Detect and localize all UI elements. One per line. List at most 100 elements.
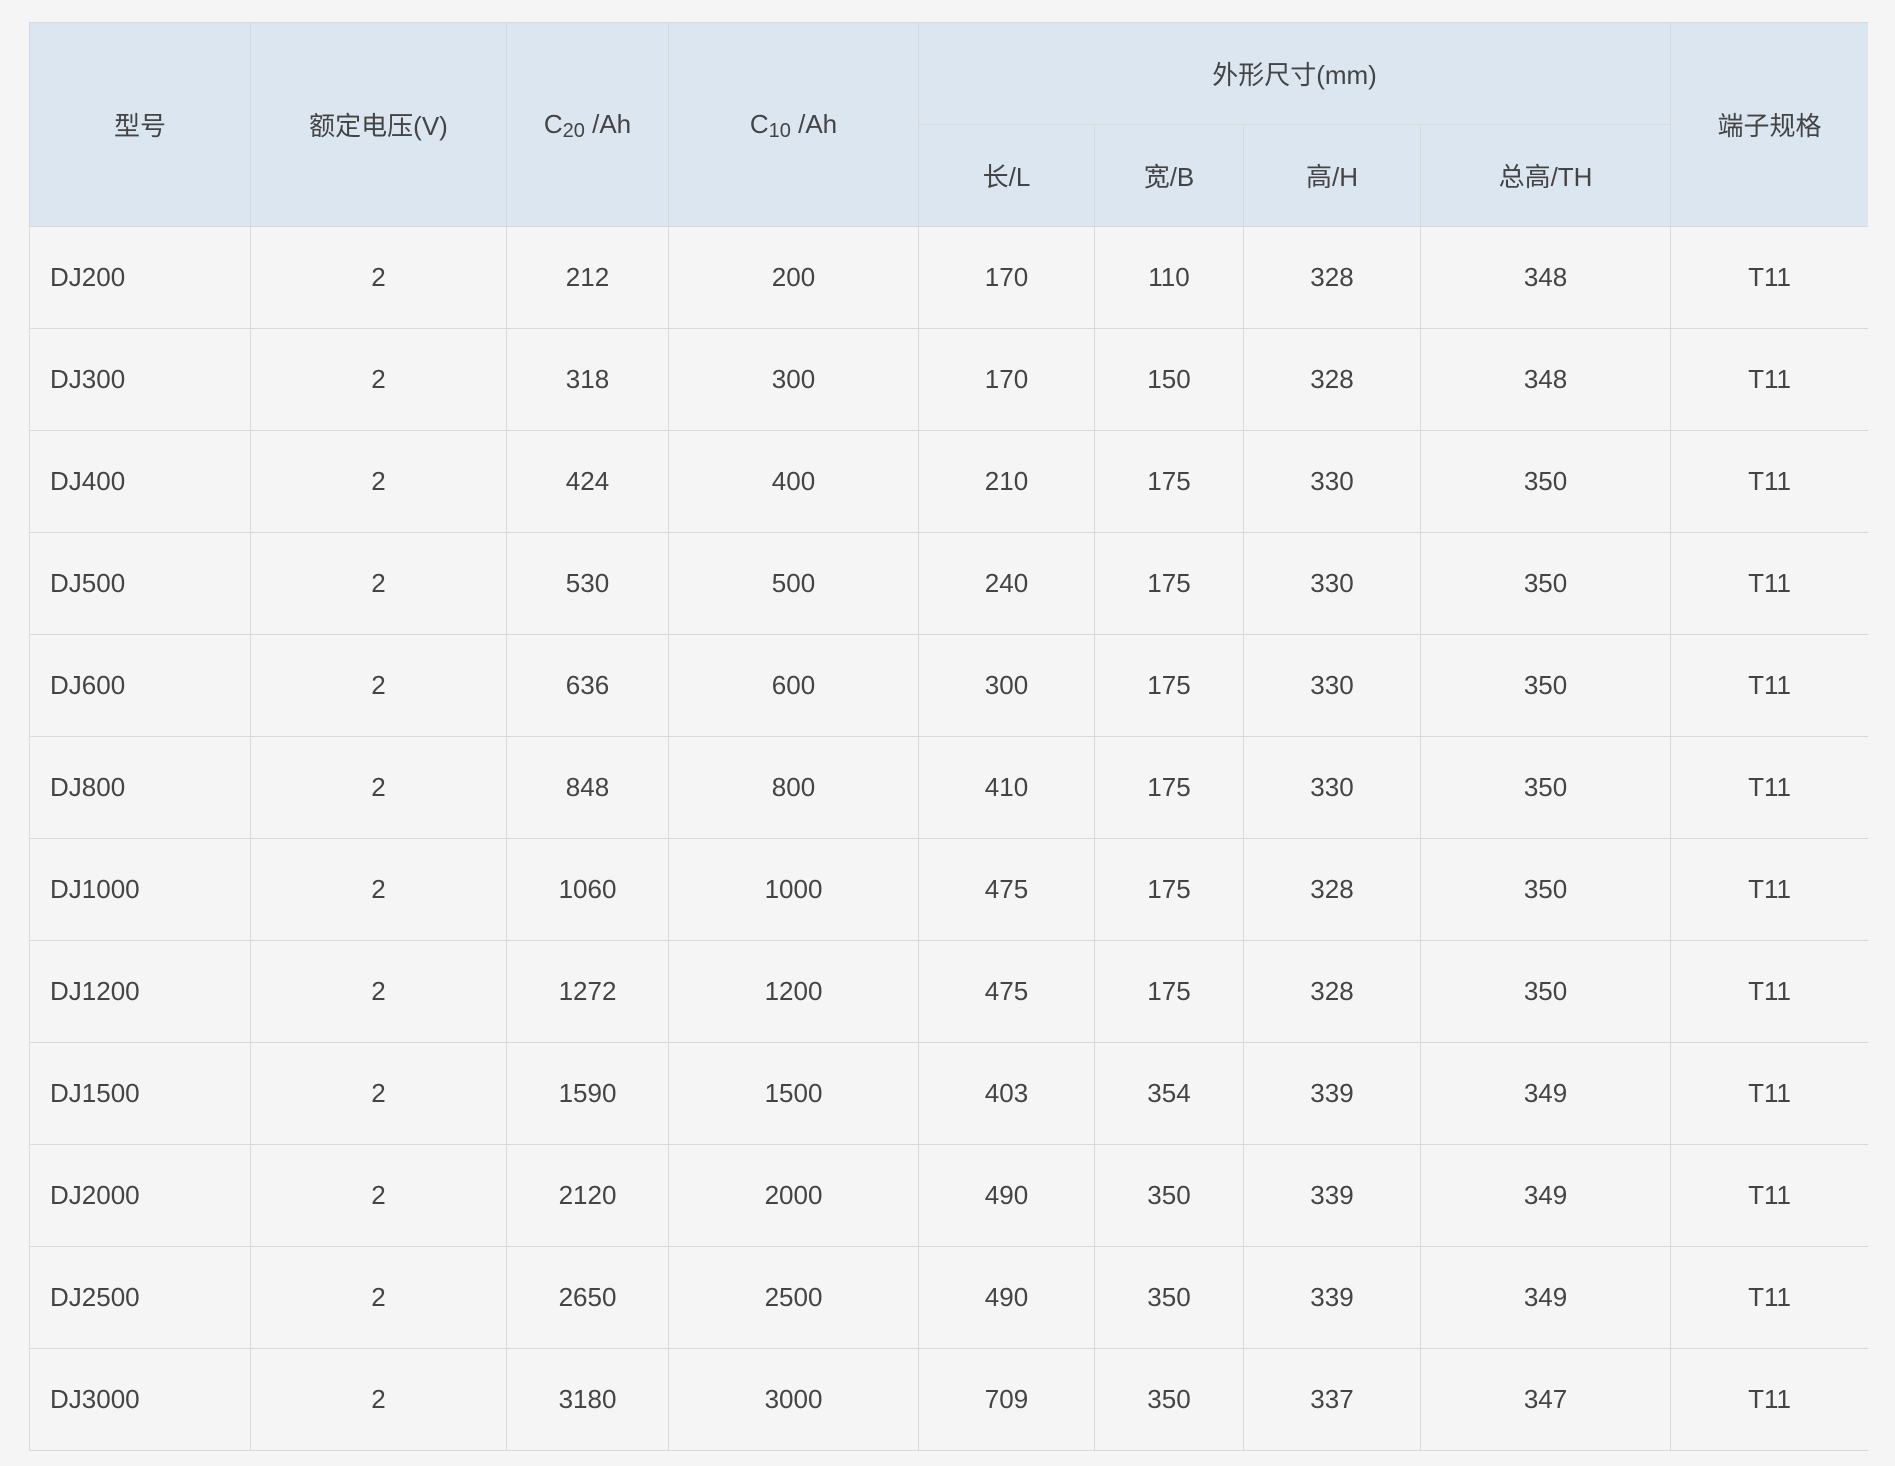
cell-model: DJ600 xyxy=(29,634,251,737)
cell-width: 350 xyxy=(1094,1348,1244,1451)
cell-model: DJ300 xyxy=(29,328,251,431)
cell-width: 350 xyxy=(1094,1144,1244,1247)
table-header: 型号 额定电压(V) C20 /Ah C10 /Ah 外形尺寸(mm) 端子规格… xyxy=(29,22,1868,227)
cell-model: DJ200 xyxy=(29,226,251,329)
cell-width: 175 xyxy=(1094,532,1244,635)
cell-model: DJ2500 xyxy=(29,1246,251,1349)
table-row: DJ400 2 424 400 210 175 330 350 T11 xyxy=(29,430,1868,533)
cell-c20: 2120 xyxy=(506,1144,669,1247)
cell-c10: 3000 xyxy=(668,1348,919,1451)
header-c20: C20 /Ah xyxy=(506,22,669,227)
cell-voltage: 2 xyxy=(250,328,507,431)
cell-voltage: 2 xyxy=(250,1348,507,1451)
cell-terminal: T11 xyxy=(1670,838,1868,941)
cell-total-height: 350 xyxy=(1419,940,1672,1043)
cell-c20: 3180 xyxy=(506,1348,669,1451)
cell-height: 337 xyxy=(1243,1348,1421,1451)
cell-c20: 212 xyxy=(506,226,669,329)
cell-model: DJ1200 xyxy=(29,940,251,1043)
table-row: DJ1000 2 1060 1000 475 175 328 350 T11 xyxy=(29,838,1868,941)
cell-c10: 400 xyxy=(668,430,919,533)
cell-terminal: T11 xyxy=(1670,634,1868,737)
cell-width: 175 xyxy=(1094,430,1244,533)
cell-width: 110 xyxy=(1094,226,1244,329)
cell-width: 175 xyxy=(1094,736,1244,839)
cell-model: DJ1000 xyxy=(29,838,251,941)
header-c10-suffix: /Ah xyxy=(790,109,838,139)
cell-total-height: 350 xyxy=(1419,838,1672,941)
table-row: DJ200 2 212 200 170 110 328 348 T11 xyxy=(29,226,1868,329)
cell-terminal: T11 xyxy=(1670,940,1868,1043)
cell-voltage: 2 xyxy=(250,226,507,329)
cell-c10: 500 xyxy=(668,532,919,635)
header-c10-subscript: 10 xyxy=(768,120,791,142)
cell-c10: 1200 xyxy=(668,940,919,1043)
cell-voltage: 2 xyxy=(250,1144,507,1247)
cell-c10: 800 xyxy=(668,736,919,839)
cell-length: 300 xyxy=(918,634,1095,737)
cell-model: DJ500 xyxy=(29,532,251,635)
cell-height: 330 xyxy=(1243,430,1421,533)
cell-total-height: 350 xyxy=(1419,736,1672,839)
cell-length: 210 xyxy=(918,430,1095,533)
cell-height: 330 xyxy=(1243,532,1421,635)
cell-height: 328 xyxy=(1243,328,1421,431)
cell-terminal: T11 xyxy=(1670,226,1868,329)
cell-c20: 2650 xyxy=(506,1246,669,1349)
cell-terminal: T11 xyxy=(1670,1246,1868,1349)
cell-total-height: 347 xyxy=(1419,1348,1672,1451)
table-row: DJ600 2 636 600 300 175 330 350 T11 xyxy=(29,634,1868,737)
cell-c10: 2000 xyxy=(668,1144,919,1247)
cell-c10: 2500 xyxy=(668,1246,919,1349)
cell-voltage: 2 xyxy=(250,838,507,941)
cell-model: DJ3000 xyxy=(29,1348,251,1451)
cell-length: 240 xyxy=(918,532,1095,635)
header-length: 长/L xyxy=(918,124,1095,227)
cell-width: 150 xyxy=(1094,328,1244,431)
header-row-1: 型号 额定电压(V) C20 /Ah C10 /Ah 外形尺寸(mm) 端子规格 xyxy=(29,22,1868,227)
table-body: DJ200 2 212 200 170 110 328 348 T11 DJ300 2 318 300 1… xyxy=(29,226,1868,1451)
cell-c10: 1500 xyxy=(668,1042,919,1145)
table-row: DJ1500 2 1590 1500 403 354 339 349 T11 xyxy=(29,1042,1868,1145)
table-row: DJ2500 2 2650 2500 490 350 339 349 T11 xyxy=(29,1246,1868,1349)
cell-length: 490 xyxy=(918,1144,1095,1247)
table-row: DJ300 2 318 300 170 150 328 348 T11 xyxy=(29,328,1868,431)
cell-model: DJ800 xyxy=(29,736,251,839)
cell-c10: 600 xyxy=(668,634,919,737)
cell-height: 328 xyxy=(1243,838,1421,941)
header-model: 型号 xyxy=(29,22,251,227)
spec-table-container: 型号 额定电压(V) C20 /Ah C10 /Ah 外形尺寸(mm) 端子规格… xyxy=(29,22,1868,1466)
cell-model: DJ1500 xyxy=(29,1042,251,1145)
cell-length: 709 xyxy=(918,1348,1095,1451)
cell-c20: 1590 xyxy=(506,1042,669,1145)
cell-c10: 200 xyxy=(668,226,919,329)
cell-voltage: 2 xyxy=(250,1042,507,1145)
cell-height: 328 xyxy=(1243,940,1421,1043)
cell-length: 490 xyxy=(918,1246,1095,1349)
header-total-height: 总高/TH xyxy=(1419,124,1672,227)
cell-height: 330 xyxy=(1243,736,1421,839)
cell-c20: 424 xyxy=(506,430,669,533)
cell-length: 403 xyxy=(918,1042,1095,1145)
header-width: 宽/B xyxy=(1094,124,1244,227)
cell-voltage: 2 xyxy=(250,430,507,533)
cell-terminal: T11 xyxy=(1670,430,1868,533)
cell-length: 410 xyxy=(918,736,1095,839)
cell-terminal: T11 xyxy=(1670,532,1868,635)
cell-terminal: T11 xyxy=(1670,1042,1868,1145)
cell-model: DJ400 xyxy=(29,430,251,533)
header-voltage: 额定电压(V) xyxy=(250,22,507,227)
header-c10-prefix: C xyxy=(749,109,769,139)
cell-voltage: 2 xyxy=(250,736,507,839)
table-row: DJ1200 2 1272 1200 475 175 328 350 T11 xyxy=(29,940,1868,1043)
cell-c20: 530 xyxy=(506,532,669,635)
cell-total-height: 348 xyxy=(1419,226,1672,329)
cell-c20: 848 xyxy=(506,736,669,839)
cell-terminal: T11 xyxy=(1670,1348,1868,1451)
cell-total-height: 350 xyxy=(1419,430,1672,533)
cell-voltage: 2 xyxy=(250,940,507,1043)
header-c20-subscript: 20 xyxy=(562,120,585,142)
cell-height: 328 xyxy=(1243,226,1421,329)
cell-model: DJ2000 xyxy=(29,1144,251,1247)
cell-c20: 318 xyxy=(506,328,669,431)
